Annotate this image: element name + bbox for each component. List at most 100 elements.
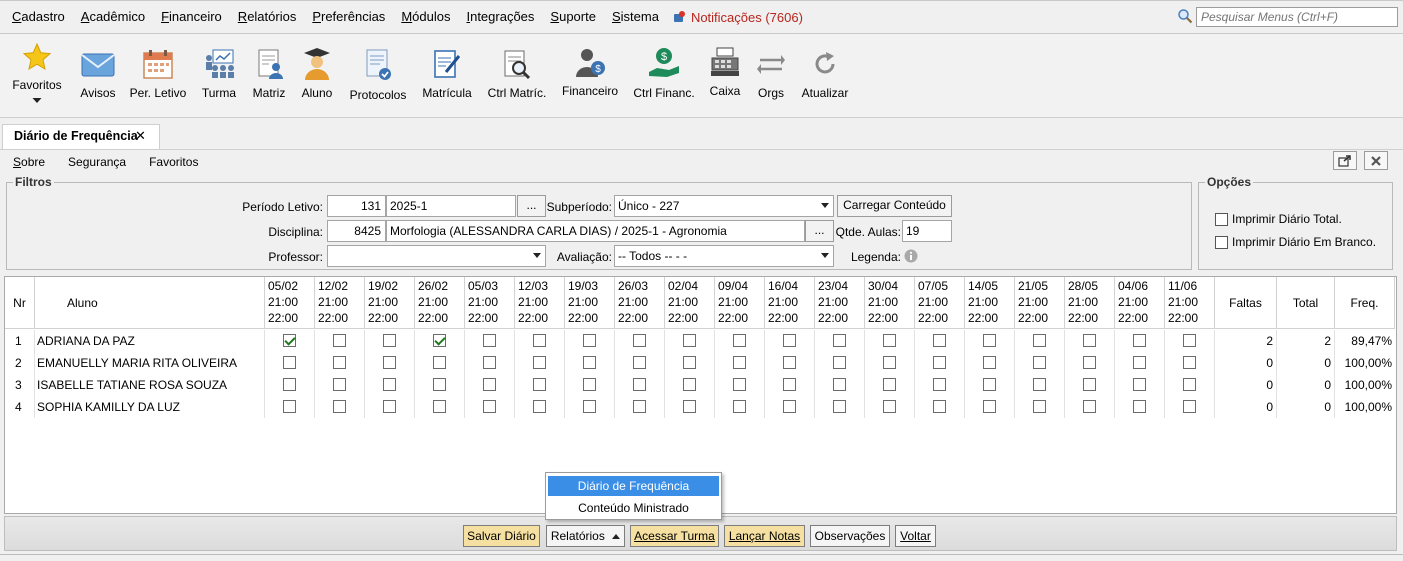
- observacoes-button[interactable]: Observações: [810, 525, 890, 547]
- ctrl-financ-button[interactable]: $ Ctrl Financ.: [630, 34, 698, 118]
- menu-financeiro[interactable]: Financeiro: [153, 7, 230, 27]
- attendance-checkbox[interactable]: [433, 400, 446, 413]
- salvar-diario-button[interactable]: Salvar Diário: [463, 525, 540, 547]
- popup-diario-frequencia[interactable]: Diário de Frequência: [548, 476, 719, 496]
- attendance-checkbox[interactable]: [1183, 334, 1196, 347]
- attendance-checkbox[interactable]: [633, 334, 646, 347]
- attendance-checkbox[interactable]: [433, 334, 446, 347]
- disciplina-value-input[interactable]: Morfologia (ALESSANDRA CARLA DIAS) / 202…: [386, 220, 805, 242]
- avaliacao-select[interactable]: -- Todos -- - -: [614, 245, 834, 267]
- attendance-checkbox[interactable]: [883, 356, 896, 369]
- attendance-checkbox[interactable]: [633, 378, 646, 391]
- col-header-date[interactable]: 09/04 21:00 22:00: [715, 277, 765, 329]
- attendance-checkbox[interactable]: [483, 400, 496, 413]
- disciplina-code-input[interactable]: 8425: [327, 220, 386, 242]
- attendance-checkbox[interactable]: [733, 378, 746, 391]
- attendance-checkbox[interactable]: [383, 378, 396, 391]
- protocolos-button[interactable]: Protocolos: [344, 34, 412, 118]
- menu-preferencias[interactable]: Preferências: [304, 7, 393, 27]
- menu-integracoes[interactable]: Integrações: [458, 7, 542, 27]
- attendance-checkbox[interactable]: [783, 334, 796, 347]
- attendance-checkbox[interactable]: [1133, 356, 1146, 369]
- attendance-checkbox[interactable]: [483, 356, 496, 369]
- attendance-checkbox[interactable]: [283, 356, 296, 369]
- attendance-checkbox[interactable]: [483, 378, 496, 391]
- attendance-checkbox[interactable]: [383, 400, 396, 413]
- attendance-checkbox[interactable]: [733, 334, 746, 347]
- attendance-checkbox[interactable]: [633, 356, 646, 369]
- attendance-checkbox[interactable]: [383, 356, 396, 369]
- col-header-date[interactable]: 07/05 21:00 22:00: [915, 277, 965, 329]
- col-header-date[interactable]: 04/06 21:00 22:00: [1115, 277, 1165, 329]
- close-panel-button[interactable]: [1364, 151, 1388, 170]
- col-header-date[interactable]: 11/06 21:00 22:00: [1165, 277, 1215, 329]
- attendance-checkbox[interactable]: [1033, 400, 1046, 413]
- attendance-checkbox[interactable]: [1133, 400, 1146, 413]
- attendance-checkbox[interactable]: [1083, 356, 1096, 369]
- lancar-notas-button[interactable]: Lançar Notas: [724, 525, 805, 547]
- col-header-date[interactable]: 14/05 21:00 22:00: [965, 277, 1015, 329]
- attendance-checkbox[interactable]: [933, 334, 946, 347]
- col-header-date[interactable]: 05/02 21:00 22:00: [265, 277, 315, 329]
- attendance-checkbox[interactable]: [883, 400, 896, 413]
- periodo-value-input[interactable]: 2025-1: [386, 195, 516, 217]
- atualizar-button[interactable]: Atualizar: [798, 34, 852, 118]
- attendance-checkbox[interactable]: [583, 356, 596, 369]
- attendance-checkbox[interactable]: [283, 400, 296, 413]
- attendance-checkbox[interactable]: [933, 400, 946, 413]
- col-header-date[interactable]: 23/04 21:00 22:00: [815, 277, 865, 329]
- disciplina-lookup-button[interactable]: ...: [805, 220, 834, 242]
- attendance-checkbox[interactable]: [683, 378, 696, 391]
- orgs-button[interactable]: Orgs: [752, 34, 790, 118]
- attendance-checkbox[interactable]: [783, 400, 796, 413]
- col-header-date[interactable]: 30/04 21:00 22:00: [865, 277, 915, 329]
- attendance-checkbox[interactable]: [533, 378, 546, 391]
- col-header-date[interactable]: 26/02 21:00 22:00: [415, 277, 465, 329]
- attendance-checkbox[interactable]: [483, 334, 496, 347]
- search-menus-input[interactable]: [1196, 7, 1398, 27]
- menu-academico[interactable]: Acadêmico: [73, 7, 153, 27]
- attendance-checkbox[interactable]: [533, 400, 546, 413]
- col-header-total[interactable]: Total: [1277, 277, 1335, 329]
- professor-select[interactable]: [327, 245, 546, 267]
- col-header-date[interactable]: 02/04 21:00 22:00: [665, 277, 715, 329]
- menu-suporte[interactable]: Suporte: [542, 7, 604, 27]
- col-header-date[interactable]: 05/03 21:00 22:00: [465, 277, 515, 329]
- col-header-date[interactable]: 21/05 21:00 22:00: [1015, 277, 1065, 329]
- attendance-checkbox[interactable]: [1183, 356, 1196, 369]
- caixa-button[interactable]: Caixa: [704, 34, 746, 118]
- periodo-code-input[interactable]: 131: [327, 195, 386, 217]
- attendance-checkbox[interactable]: [583, 334, 596, 347]
- attendance-checkbox[interactable]: [333, 334, 346, 347]
- attendance-checkbox[interactable]: [1033, 356, 1046, 369]
- attendance-checkbox[interactable]: [783, 378, 796, 391]
- col-header-date[interactable]: 19/02 21:00 22:00: [365, 277, 415, 329]
- col-header-date[interactable]: 28/05 21:00 22:00: [1065, 277, 1115, 329]
- attendance-checkbox[interactable]: [833, 400, 846, 413]
- attendance-checkbox[interactable]: [983, 356, 996, 369]
- attendance-checkbox[interactable]: [633, 400, 646, 413]
- attendance-checkbox[interactable]: [733, 356, 746, 369]
- menu-modulos[interactable]: Módulos: [393, 7, 458, 27]
- turma-button[interactable]: Turma: [196, 34, 242, 118]
- financeiro-button[interactable]: $ Financeiro: [558, 34, 622, 118]
- attendance-checkbox[interactable]: [433, 356, 446, 369]
- favoritos-button[interactable]: Favoritos: [8, 34, 66, 118]
- attendance-checkbox[interactable]: [1183, 400, 1196, 413]
- tab-diario-frequencia[interactable]: Diário de Frequência ✕: [2, 124, 160, 149]
- attendance-checkbox[interactable]: [833, 334, 846, 347]
- submenu-seguranca[interactable]: Segurança: [68, 155, 126, 169]
- attendance-checkbox[interactable]: [783, 356, 796, 369]
- col-header-aluno[interactable]: Aluno: [35, 277, 265, 329]
- relatorios-button[interactable]: Relatórios: [546, 525, 625, 547]
- matricula-button[interactable]: Matrícula: [418, 34, 476, 118]
- aluno-button[interactable]: Aluno: [296, 34, 338, 118]
- attendance-checkbox[interactable]: [533, 356, 546, 369]
- carregar-conteudo-button[interactable]: Carregar Conteúdo: [837, 195, 952, 217]
- attendance-checkbox[interactable]: [333, 378, 346, 391]
- attendance-checkbox[interactable]: [1133, 334, 1146, 347]
- col-header-faltas[interactable]: Faltas: [1215, 277, 1277, 329]
- attendance-checkbox[interactable]: [583, 400, 596, 413]
- attendance-checkbox[interactable]: [283, 334, 296, 347]
- attendance-checkbox[interactable]: [833, 356, 846, 369]
